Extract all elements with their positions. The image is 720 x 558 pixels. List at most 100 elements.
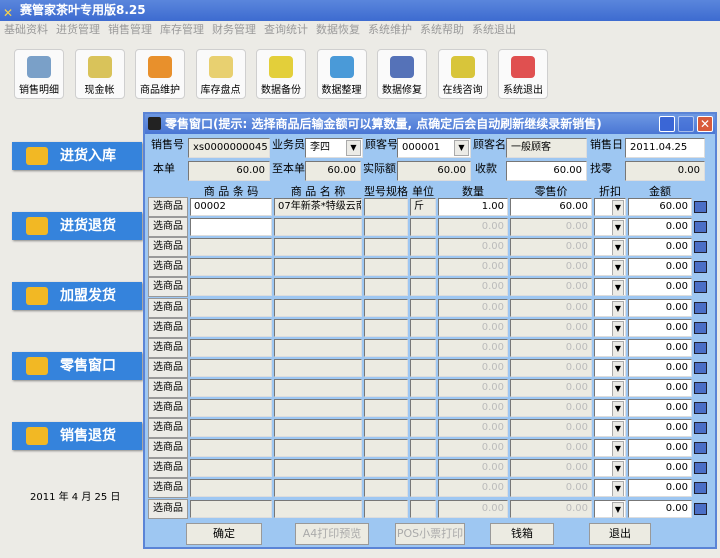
delete-row-icon[interactable] — [694, 341, 707, 354]
chevron-down-icon[interactable]: ▼ — [612, 340, 624, 356]
delete-row-icon[interactable] — [694, 442, 707, 455]
barcode-cell[interactable] — [190, 338, 272, 357]
toolbar-button[interactable]: 数据修复 — [377, 49, 427, 99]
menu-item[interactable]: 库存管理 — [160, 23, 204, 36]
select-goods-button[interactable]: 选商品 — [148, 398, 188, 418]
amount-cell[interactable]: 0.00 — [628, 479, 692, 498]
side-nav-button[interactable]: 销售退货 — [12, 422, 142, 450]
barcode-cell[interactable] — [190, 499, 272, 518]
price-cell[interactable]: 0.00 — [510, 278, 592, 297]
select-goods-button[interactable]: 选商品 — [148, 377, 188, 398]
menu-item[interactable]: 查询统计 — [264, 23, 308, 36]
delete-row-icon[interactable] — [694, 361, 707, 374]
qty-cell[interactable]: 0.00 — [438, 419, 508, 438]
delete-row-icon[interactable] — [694, 261, 707, 274]
barcode-cell[interactable] — [190, 318, 272, 337]
price-cell[interactable]: 0.00 — [510, 258, 592, 277]
staff-select[interactable]: 李四 ▼ — [305, 138, 363, 158]
chevron-down-icon[interactable]: ▼ — [612, 441, 624, 457]
sale-no-field[interactable]: xs0000000045 — [188, 138, 270, 158]
discount-select[interactable]: ▼ — [594, 479, 626, 498]
price-cell[interactable]: 0.00 — [510, 499, 592, 518]
cust-name-field[interactable]: 一般顾客 — [506, 138, 587, 158]
select-goods-button[interactable]: 选商品 — [148, 438, 188, 459]
barcode-cell[interactable] — [190, 419, 272, 438]
confirm-button[interactable]: 确定 — [186, 523, 262, 545]
toolbar-button[interactable]: 商品维护 — [135, 49, 185, 99]
maximize-button[interactable] — [678, 116, 694, 132]
qty-cell[interactable]: 0.00 — [438, 298, 508, 317]
chevron-down-icon[interactable]: ▼ — [612, 320, 624, 336]
discount-select[interactable]: ▼ — [594, 399, 626, 417]
menu-item[interactable]: 进货管理 — [56, 23, 100, 36]
discount-select[interactable]: ▼ — [594, 358, 626, 377]
discount-select[interactable]: ▼ — [594, 338, 626, 357]
qty-cell[interactable]: 0.00 — [438, 479, 508, 498]
select-goods-button[interactable]: 选商品 — [148, 337, 188, 358]
barcode-cell[interactable] — [190, 298, 272, 317]
chevron-down-icon[interactable]: ▼ — [612, 481, 624, 497]
chevron-down-icon[interactable]: ▼ — [612, 240, 624, 256]
qty-cell[interactable]: 1.00 — [438, 198, 508, 216]
select-goods-button[interactable]: 选商品 — [148, 297, 188, 318]
amount-cell[interactable]: 0.00 — [628, 499, 692, 518]
select-goods-button[interactable]: 选商品 — [148, 357, 188, 378]
change-field[interactable]: 0.00 — [625, 161, 705, 181]
discount-select[interactable]: ▼ — [594, 459, 626, 478]
select-goods-button[interactable]: 选商品 — [148, 498, 188, 519]
amount-cell[interactable]: 0.00 — [628, 358, 692, 377]
menu-item[interactable]: 数据恢复 — [316, 23, 360, 36]
select-goods-button[interactable]: 选商品 — [148, 237, 188, 258]
barcode-cell[interactable] — [190, 218, 272, 237]
delete-row-icon[interactable] — [694, 422, 707, 435]
select-goods-button[interactable]: 选商品 — [148, 197, 188, 217]
toolbar-button[interactable]: 系统退出 — [498, 49, 548, 99]
barcode-cell[interactable] — [190, 238, 272, 257]
chevron-down-icon[interactable]: ▼ — [612, 280, 624, 296]
toolbar-button[interactable]: 库存盘点 — [195, 49, 246, 99]
amount-cell[interactable]: 0.00 — [628, 419, 692, 438]
actual-field[interactable]: 60.00 — [397, 161, 471, 181]
price-cell[interactable]: 0.00 — [510, 419, 592, 438]
amount-cell[interactable]: 0.00 — [628, 278, 692, 297]
delete-row-icon[interactable] — [694, 241, 707, 254]
qty-cell[interactable]: 0.00 — [438, 218, 508, 237]
side-nav-button[interactable]: 零售窗口 — [12, 352, 142, 380]
barcode-cell[interactable] — [190, 278, 272, 297]
qty-cell[interactable]: 0.00 — [438, 318, 508, 337]
pos-receipt-print-button[interactable]: POS小票打印 — [395, 523, 465, 545]
sale-date-field[interactable]: 2011.04.25 — [625, 138, 705, 158]
barcode-cell[interactable] — [190, 479, 272, 498]
price-cell[interactable]: 0.00 — [510, 439, 592, 458]
qty-cell[interactable]: 0.00 — [438, 459, 508, 478]
price-cell[interactable]: 60.00 — [510, 198, 592, 216]
barcode-cell[interactable] — [190, 378, 272, 397]
cust-no-select[interactable]: 000001 ▼ — [397, 138, 471, 158]
toolbar-button[interactable]: 数据备份 — [256, 49, 306, 99]
select-goods-button[interactable]: 选商品 — [148, 277, 188, 298]
menu-item[interactable]: 基础资料 — [4, 23, 48, 36]
barcode-cell[interactable] — [190, 258, 272, 277]
price-cell[interactable]: 0.00 — [510, 318, 592, 337]
barcode-cell[interactable] — [190, 399, 272, 417]
delete-row-icon[interactable] — [694, 221, 707, 234]
amount-cell[interactable]: 0.00 — [628, 218, 692, 237]
chevron-down-icon[interactable]: ▼ — [612, 260, 624, 276]
select-goods-button[interactable]: 选商品 — [148, 257, 188, 278]
chevron-down-icon[interactable]: ▼ — [612, 421, 624, 437]
price-cell[interactable]: 0.00 — [510, 218, 592, 237]
amount-cell[interactable]: 0.00 — [628, 378, 692, 397]
window-titlebar[interactable]: 零售窗口(提示: 选择商品后输金额可以算数量, 点确定后会自动刷新继续录新销售)… — [145, 114, 715, 134]
close-button[interactable]: ✕ — [697, 116, 713, 132]
discount-select[interactable]: ▼ — [594, 218, 626, 237]
side-nav-button[interactable]: 进货退货 — [12, 212, 142, 240]
amount-cell[interactable]: 0.00 — [628, 338, 692, 357]
discount-select[interactable]: ▼ — [594, 318, 626, 337]
menu-item[interactable]: 销售管理 — [108, 23, 152, 36]
menu-item[interactable]: 系统帮助 — [420, 23, 464, 36]
qty-cell[interactable]: 0.00 — [438, 399, 508, 417]
discount-select[interactable]: ▼ — [594, 198, 626, 216]
select-goods-button[interactable]: 选商品 — [148, 458, 188, 479]
amount-cell[interactable]: 0.00 — [628, 399, 692, 417]
chevron-down-icon[interactable]: ▼ — [612, 220, 624, 236]
